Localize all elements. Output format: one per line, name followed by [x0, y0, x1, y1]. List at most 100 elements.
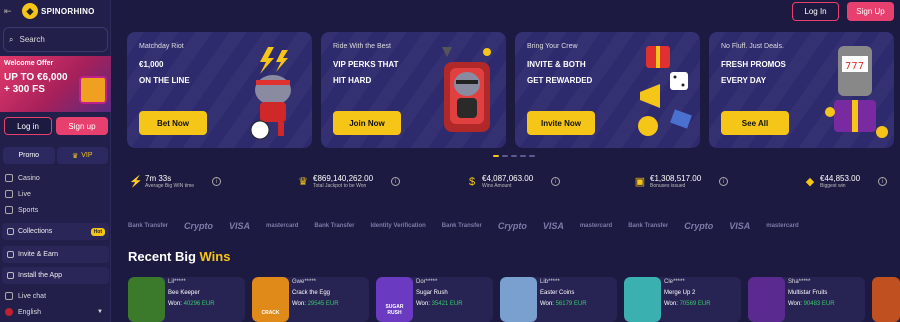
- carousel-dot[interactable]: [502, 155, 508, 157]
- win-card-partial[interactable]: [872, 277, 900, 322]
- win-card[interactable]: Lil***** Bee Keeper Won: 40296 EUR: [128, 277, 245, 322]
- win-card[interactable]: CRACK Gwe***** Crack the Egg Won: 29545 …: [252, 277, 369, 322]
- gift-icon: [79, 76, 107, 104]
- promo-carousel: Matchday Riot €1,000 ON THE LINE Bet Now …: [127, 32, 900, 148]
- welcome-line1: UP TO €6,000: [4, 72, 68, 83]
- download-icon: [7, 272, 14, 279]
- invite-now-button[interactable]: Invite Now: [527, 111, 595, 135]
- win-amount-value: 56179 EUR: [555, 301, 587, 307]
- payment-mastercard: mastercard: [766, 223, 799, 229]
- welcome-title: Welcome Offer: [4, 60, 54, 67]
- bet-now-button[interactable]: Bet Now: [139, 111, 207, 135]
- game-thumbnail: SUGAR RUSH: [376, 277, 413, 322]
- payment-visa: VISA: [229, 221, 251, 231]
- stat-label: Bonuses issued: [650, 183, 686, 189]
- win-card[interactable]: Cle***** Merge Up 2 Won: 70569 EUR: [624, 277, 741, 322]
- info-icon[interactable]: i: [391, 177, 401, 186]
- signup-button[interactable]: Sign Up: [847, 2, 894, 21]
- tab-vip[interactable]: ♛ VIP: [56, 147, 108, 164]
- carousel-dot[interactable]: [511, 155, 517, 157]
- win-card[interactable]: Sha***** Multistar Fruits Won: 90483 EUR: [748, 277, 865, 322]
- sidebar-item-sports[interactable]: Sports: [0, 202, 111, 218]
- promo-banner[interactable]: Bring Your Crew INVITE & BOTH GET REWARDE…: [515, 32, 700, 148]
- crown-icon: ♛: [71, 152, 79, 160]
- logo-text: SPINORHINO: [41, 6, 95, 16]
- win-amount-value: 70569 EUR: [679, 301, 711, 307]
- sidebar-login-button[interactable]: Log in: [4, 117, 52, 135]
- stat-wins-amount: $ €4,087,063.00 Wins Amount i: [466, 174, 561, 189]
- collapse-sidebar-icon[interactable]: ⇤: [4, 6, 16, 17]
- carousel-dot[interactable]: [493, 155, 499, 157]
- stat-label: Wins Amount: [482, 183, 512, 189]
- win-card[interactable]: Lib***** Easter Coins Won: 56179 EUR: [500, 277, 617, 322]
- info-icon[interactable]: i: [212, 177, 222, 186]
- win-amount: Won: 40296 EUR: [168, 301, 215, 307]
- info-icon[interactable]: i: [551, 177, 561, 186]
- crown-icon: ♛: [298, 175, 308, 188]
- sidebar-item-collections[interactable]: Collections Hot: [2, 223, 109, 240]
- win-amount-value: 35421 EUR: [431, 301, 463, 307]
- banner-subtitle: Bring Your Crew: [527, 43, 578, 50]
- uk-flag-icon: [5, 308, 13, 316]
- banner-title-line2: GET REWARDED: [527, 76, 593, 85]
- stat-biggest-win: ◆ €44,853.00 Biggest win i: [804, 174, 888, 189]
- stat-value: €4,087,063.00: [482, 174, 534, 183]
- promo-vip-tabs: Promo ♛ VIP: [3, 147, 108, 164]
- stat-value: 7m 33s: [145, 174, 172, 183]
- tab-promo[interactable]: Promo: [3, 147, 55, 164]
- login-button[interactable]: Log In: [792, 2, 839, 21]
- welcome-offer-banner[interactable]: Welcome Offer UP TO €6,000 + 300 FS: [0, 56, 111, 112]
- language-selector[interactable]: English ▼: [0, 304, 111, 320]
- win-amount-value: 90483 EUR: [803, 301, 835, 307]
- sidebar: ⇤ ◆ SPINORHINO ⌕ Search Welcome Offer UP…: [0, 0, 111, 322]
- win-card[interactable]: SUGAR RUSH Dor***** Sugar Rush Won: 3542…: [376, 277, 493, 322]
- diamond-icon: ◆: [805, 175, 815, 188]
- stat-bonuses-issued: ▣ €1,308,517.00 Bonuses issued i: [634, 174, 729, 189]
- sidebar-item-invite[interactable]: Invite & Earn: [2, 246, 109, 263]
- search-label: Search: [19, 35, 45, 44]
- see-all-button[interactable]: See All: [721, 111, 789, 135]
- sidebar-auth: Log in Sign up: [4, 117, 108, 135]
- sidebar-item-label: Live: [18, 190, 31, 198]
- casino-icon: [5, 174, 13, 182]
- live-chat-link[interactable]: Live chat: [0, 288, 111, 304]
- won-label: Won:: [416, 301, 430, 307]
- logo[interactable]: ◆ SPINORHINO: [22, 3, 95, 19]
- sidebar-item-install-app[interactable]: Install the App: [2, 267, 109, 284]
- promo-banner[interactable]: No Fluff. Just Deals. FRESH PROMOS EVERY …: [709, 32, 894, 148]
- sidebar-item-casino[interactable]: Casino: [0, 170, 111, 186]
- game-name: Bee Keeper: [168, 290, 200, 296]
- won-label: Won:: [788, 301, 802, 307]
- winner-name: Lil*****: [168, 279, 186, 285]
- won-label: Won:: [292, 301, 306, 307]
- carousel-dot[interactable]: [529, 155, 535, 157]
- search-input[interactable]: ⌕ Search: [3, 27, 108, 52]
- sidebar-item-live[interactable]: Live: [0, 186, 111, 202]
- winner-name: Lib*****: [540, 279, 560, 285]
- promo-banner[interactable]: Ride With the Best VIP PERKS THAT HIT HAR…: [321, 32, 506, 148]
- stat-value: €869,140,262.00: [313, 174, 374, 183]
- info-icon[interactable]: i: [878, 177, 888, 186]
- join-now-button[interactable]: Join Now: [333, 111, 401, 135]
- banner-title-line1: FRESH PROMOS: [721, 60, 786, 69]
- banner-title: VIP PERKS THAT HIT HARD: [333, 57, 428, 89]
- game-thumbnail: [128, 277, 165, 322]
- won-label: Won:: [664, 301, 678, 307]
- carousel-dot[interactable]: [520, 155, 526, 157]
- stat-total-jackpot: ♛ €869,140,262.00 Total Jackpot to be Won…: [297, 174, 401, 189]
- stats-bar: ⚡ 7m 33s Average Big WIN time i ♛ €869,14…: [127, 174, 900, 196]
- stat-label: Total Jackpot to be Won: [313, 183, 367, 189]
- payment-crypto: Crypto: [184, 221, 214, 231]
- promo-banner[interactable]: Matchday Riot €1,000 ON THE LINE Bet Now: [127, 32, 312, 148]
- sidebar-item-label: Sports: [18, 206, 39, 214]
- payment-crypto: Crypto: [684, 221, 714, 231]
- banner-subtitle: No Fluff. Just Deals.: [721, 43, 784, 50]
- gift-icon: ▣: [634, 175, 646, 188]
- info-icon[interactable]: i: [719, 177, 729, 186]
- collections-icon: [7, 228, 14, 235]
- win-amount: Won: 90483 EUR: [788, 301, 835, 307]
- sidebar-signup-button[interactable]: Sign up: [56, 117, 108, 135]
- banner-title: €1,000 ON THE LINE: [139, 57, 234, 89]
- win-amount: Won: 29545 EUR: [292, 301, 339, 307]
- stat-text: €4,087,063.00 Wins Amount: [482, 174, 533, 189]
